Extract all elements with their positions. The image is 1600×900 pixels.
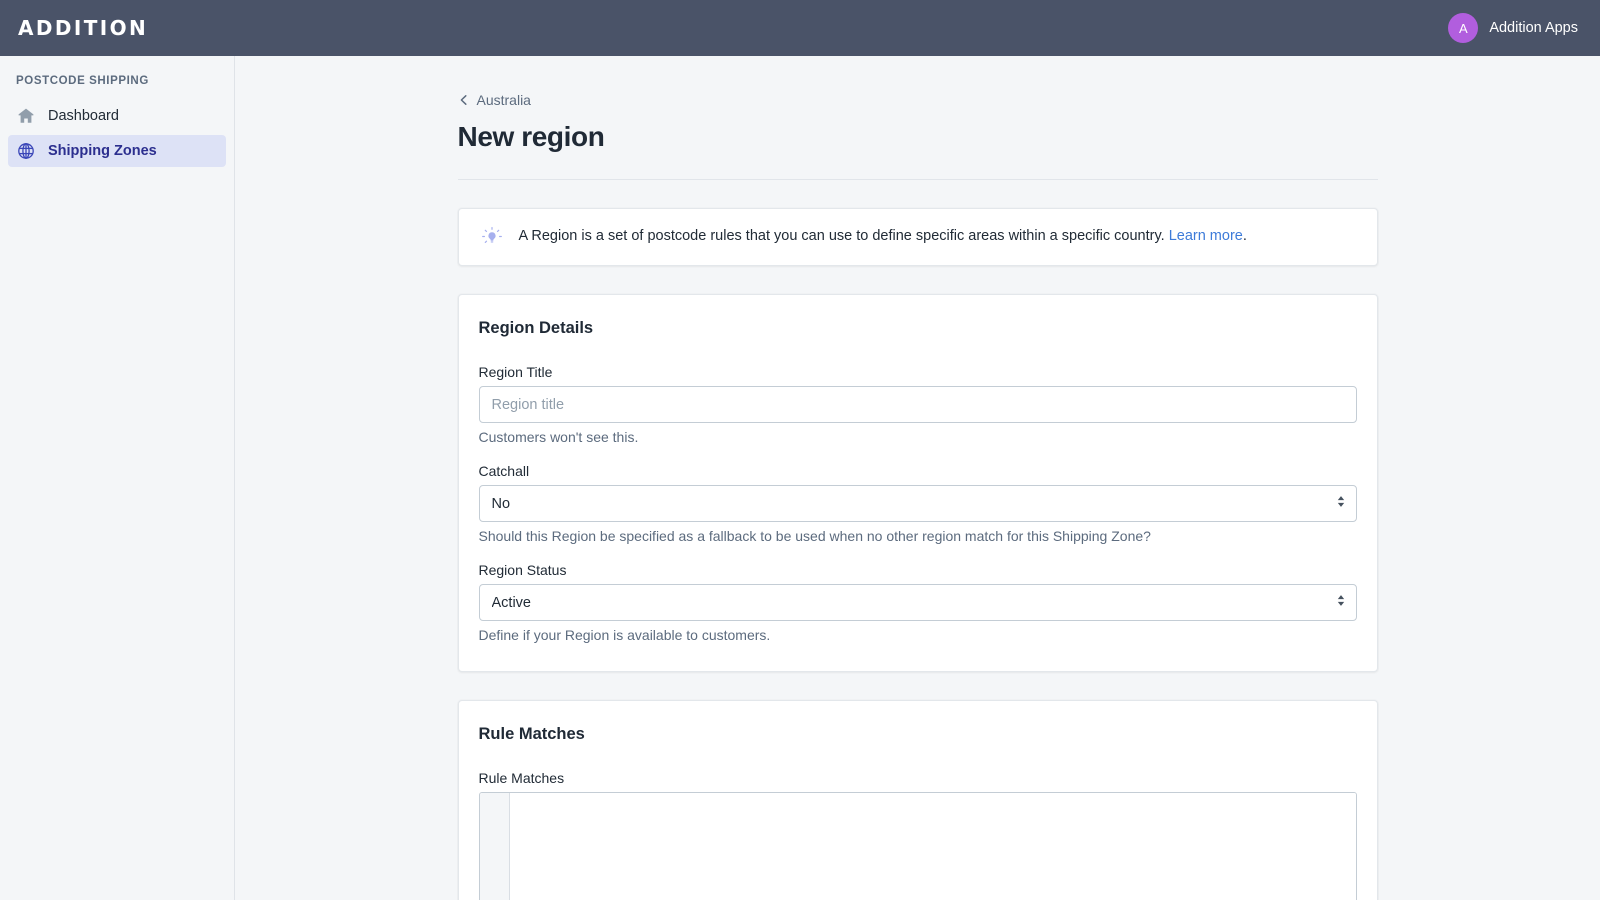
info-banner-text: A Region is a set of postcode rules that… — [519, 226, 1247, 247]
editor-line-number-gutter — [480, 793, 510, 900]
region-details-heading: Region Details — [479, 319, 1357, 338]
rule-matches-label: Rule Matches — [479, 770, 1357, 786]
globe-icon — [16, 141, 36, 161]
region-status-select[interactable]: Active — [479, 584, 1357, 621]
account-name: Addition Apps — [1489, 20, 1578, 36]
region-title-field: Region Title Customers won't see this. — [479, 364, 1357, 445]
catchall-label: Catchall — [479, 463, 1357, 479]
top-bar: ADDITION A Addition Apps — [0, 0, 1600, 56]
sidebar-item-label: Shipping Zones — [48, 143, 157, 159]
region-status-label: Region Status — [479, 562, 1357, 578]
region-title-label: Region Title — [479, 364, 1357, 380]
avatar[interactable]: A — [1448, 13, 1478, 43]
region-title-input[interactable] — [479, 386, 1357, 423]
sidebar: POSTCODE SHIPPING Dashboard Shipping Zon… — [0, 56, 235, 900]
breadcrumb[interactable]: Australia — [458, 92, 1378, 108]
info-banner-period: . — [1243, 228, 1247, 244]
catchall-help: Should this Region be specified as a fal… — [479, 528, 1357, 544]
editor-text-area[interactable] — [510, 793, 1356, 900]
sidebar-item-shipping-zones[interactable]: Shipping Zones — [8, 135, 226, 167]
page-title: New region — [458, 121, 1378, 180]
catchall-field: Catchall No Should this Region be specif… — [479, 463, 1357, 544]
sidebar-section-label: POSTCODE SHIPPING — [0, 75, 234, 87]
info-banner: A Region is a set of postcode rules that… — [458, 208, 1378, 266]
rule-matches-heading: Rule Matches — [479, 725, 1357, 744]
learn-more-link[interactable]: Learn more — [1169, 228, 1243, 244]
account-menu[interactable]: A Addition Apps — [1448, 13, 1578, 43]
rule-matches-editor[interactable] — [479, 792, 1357, 900]
home-icon — [16, 106, 36, 126]
region-details-card: Region Details Region Title Customers wo… — [458, 294, 1378, 672]
lightbulb-icon — [481, 226, 503, 248]
region-status-field: Region Status Active Define if your Regi… — [479, 562, 1357, 643]
region-title-help: Customers won't see this. — [479, 429, 1357, 445]
rule-matches-card: Rule Matches Rule Matches — [458, 700, 1378, 900]
info-banner-message: A Region is a set of postcode rules that… — [519, 228, 1165, 244]
main-content: Australia New region A Region is a set o… — [235, 56, 1600, 900]
region-status-help: Define if your Region is available to cu… — [479, 627, 1357, 643]
breadcrumb-label: Australia — [477, 92, 531, 108]
sidebar-item-dashboard[interactable]: Dashboard — [8, 100, 226, 132]
app-logo[interactable]: ADDITION — [18, 16, 148, 40]
catchall-select[interactable]: No — [479, 485, 1357, 522]
chevron-left-icon — [458, 94, 470, 106]
sidebar-item-label: Dashboard — [48, 108, 119, 124]
